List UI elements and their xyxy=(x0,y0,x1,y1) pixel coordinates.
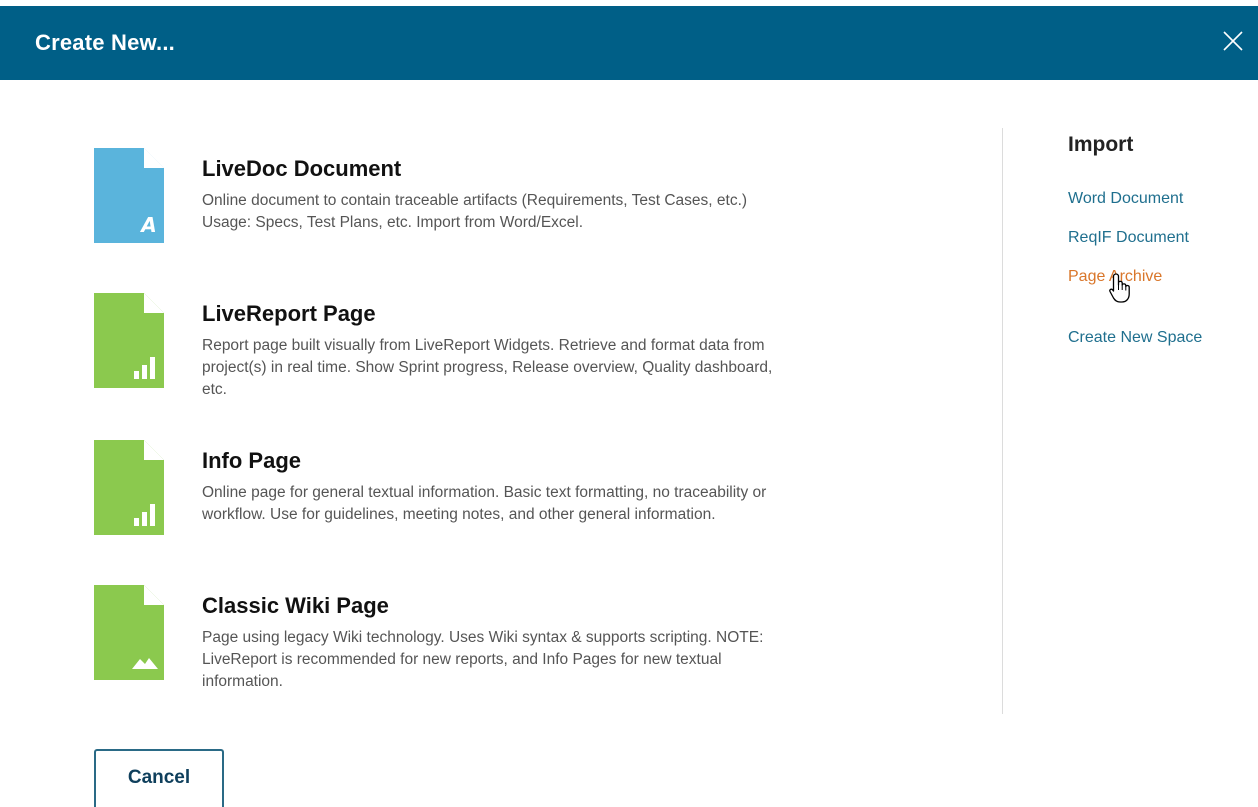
item-description-line: information. xyxy=(202,673,283,690)
item-description-line: Usage: Specs, Test Plans, etc. Import fr… xyxy=(202,214,584,231)
classic-wiki-page-icon xyxy=(94,585,164,680)
column-divider xyxy=(1002,128,1003,714)
item-description-line: Online page for general textual informat… xyxy=(202,484,767,501)
item-description: Online page for general textual informat… xyxy=(202,482,962,526)
create-info-page[interactable]: Info Page Online page for general textua… xyxy=(94,440,962,535)
item-title: LiveReport Page xyxy=(202,301,376,326)
import-heading: Import xyxy=(1068,133,1134,156)
item-title: LiveDoc Document xyxy=(202,156,402,181)
item-description-line: Online document to contain traceable art… xyxy=(202,192,748,209)
item-title: Info Page xyxy=(202,448,302,473)
dialog-header: Create New... xyxy=(0,6,1258,80)
create-livedoc-document[interactable]: A LiveDoc Document Online document to co… xyxy=(94,148,962,243)
item-description: Page using legacy Wiki technology. Uses … xyxy=(202,627,962,693)
import-word-document-link[interactable]: Word Document xyxy=(1068,190,1183,208)
svg-text:A: A xyxy=(139,213,156,237)
item-description-line: Report page built visually from LiveRepo… xyxy=(202,337,765,354)
item-description: Online document to contain traceable art… xyxy=(202,190,962,234)
livereport-page-icon xyxy=(94,293,164,388)
close-button[interactable] xyxy=(1218,26,1248,56)
item-description-line: project(s) in real time. Show Sprint pro… xyxy=(202,359,773,376)
item-description-line: LiveReport is recommended for new report… xyxy=(202,651,722,668)
create-livereport-page[interactable]: LiveReport Page Report page built visual… xyxy=(94,293,962,401)
item-title: Classic Wiki Page xyxy=(202,593,389,618)
import-page-archive-link[interactable]: Page Archive xyxy=(1068,268,1162,286)
create-classic-wiki-page[interactable]: Classic Wiki Page Page using legacy Wiki… xyxy=(94,585,962,693)
item-description-line: workflow. Use for guidelines, meeting no… xyxy=(202,506,716,523)
livedoc-document-icon: A xyxy=(94,148,164,243)
cancel-button[interactable]: Cancel xyxy=(94,749,224,807)
create-new-space-link[interactable]: Create New Space xyxy=(1068,329,1202,347)
item-description-line: etc. xyxy=(202,381,227,398)
dialog-title: Create New... xyxy=(35,30,175,55)
info-page-icon xyxy=(94,440,164,535)
import-reqif-document-link[interactable]: ReqIF Document xyxy=(1068,229,1189,247)
item-description-line: Page using legacy Wiki technology. Uses … xyxy=(202,629,764,646)
close-icon xyxy=(1223,31,1243,51)
item-description: Report page built visually from LiveRepo… xyxy=(202,335,962,401)
